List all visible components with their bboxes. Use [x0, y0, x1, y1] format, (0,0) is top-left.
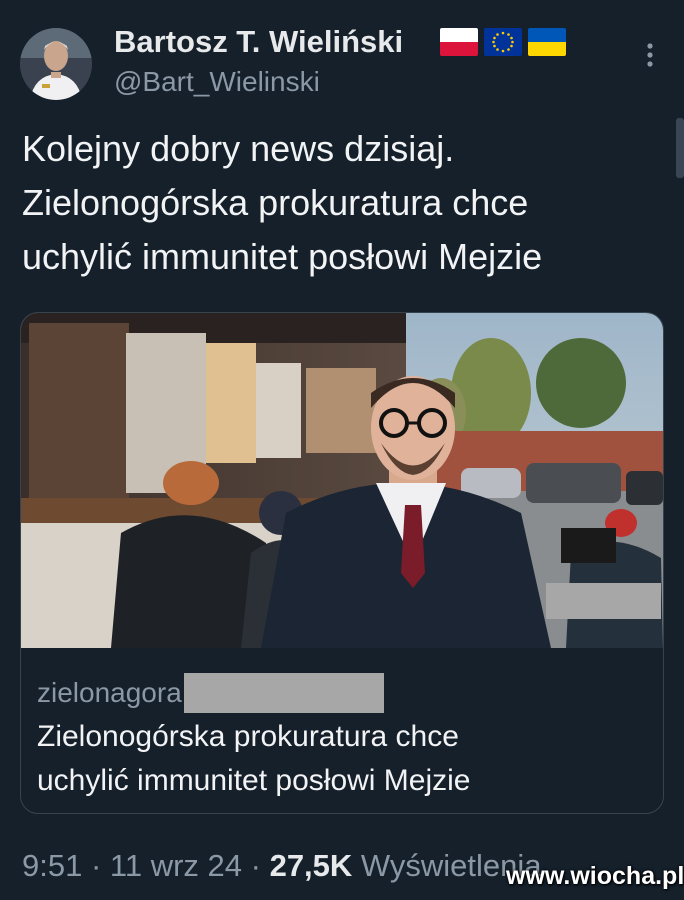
card-title-line: uchylić immunitet posłowi Mejzie: [37, 764, 471, 797]
tweet-date[interactable]: 11 wrz 24: [110, 848, 242, 883]
card-title[interactable]: Zielonogórska prokuratura chce uchylić i…: [37, 715, 647, 803]
card-domain-row: zielonagora: [37, 673, 384, 713]
news-photo-icon[interactable]: [21, 313, 663, 648]
profile-photo-icon: [20, 28, 92, 100]
meta-separator: ·: [82, 848, 110, 883]
meta-separator: ·: [242, 848, 270, 883]
link-preview-card[interactable]: zielonagora Zielonogórska prokuratura ch…: [20, 312, 664, 814]
ukraine-flag-icon: [528, 28, 566, 56]
poland-flag-icon: [440, 28, 478, 56]
author-name[interactable]: Bartosz T. Wieliński: [114, 24, 403, 60]
tweet-meta: 9:51 · 11 wrz 24 · 27,5K Wyświetlenia: [22, 848, 542, 884]
redaction-box: [183, 673, 384, 713]
flag-emojis: [440, 28, 566, 56]
watermark: www.wiocha.pl: [506, 862, 684, 890]
author-handle[interactable]: @Bart_Wielinski: [114, 66, 320, 98]
tweet-text-line: Zielonogórska prokuratura chce: [22, 182, 529, 223]
card-domain: zielonagora: [37, 677, 182, 708]
scrollbar-thumb[interactable]: [676, 118, 684, 178]
views-count: 27,5K: [269, 848, 353, 883]
tweet-text-line: Kolejny dobry news dzisiaj.: [22, 128, 455, 169]
tweet-screen: Bartosz T. Wieliński @Bart_Wielinski Kol…: [0, 0, 684, 900]
tweet-time[interactable]: 9:51: [22, 848, 82, 883]
tweet-text-line: uchylić immunitet posłowi Mejzie: [22, 236, 543, 277]
eu-flag-icon: [484, 28, 522, 56]
tweet-text: Kolejny dobry news dzisiaj. Zielonogórsk…: [22, 122, 662, 284]
avatar[interactable]: [20, 28, 92, 100]
more-options-icon[interactable]: [641, 40, 659, 70]
card-title-line: Zielonogórska prokuratura chce: [37, 720, 459, 753]
